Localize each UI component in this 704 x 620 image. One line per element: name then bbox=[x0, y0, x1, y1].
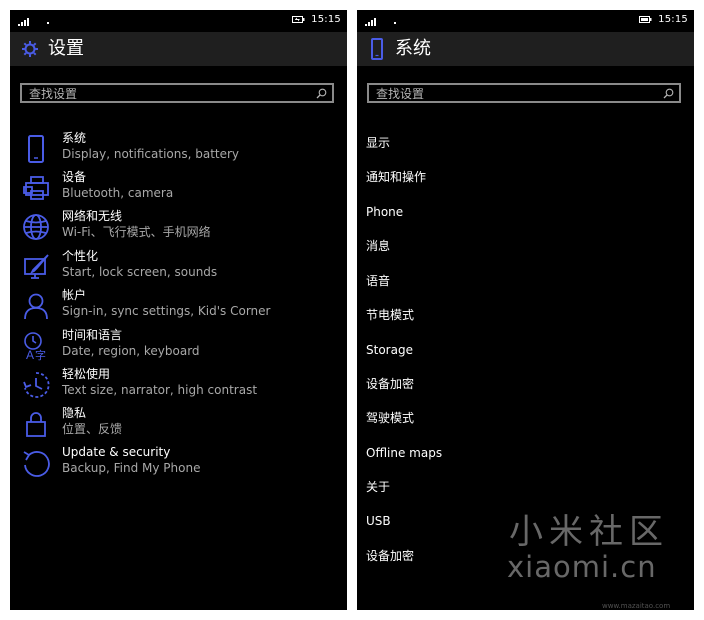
system-item-display[interactable]: 显示 bbox=[366, 135, 390, 151]
item-subtitle: Backup, Find My Phone bbox=[62, 461, 201, 475]
settings-item-devices[interactable]: 设备 Bluetooth, camera bbox=[10, 170, 347, 208]
system-item-notifications[interactable]: 通知和操作 bbox=[366, 169, 426, 185]
notification-dot bbox=[47, 22, 49, 24]
item-title: 时间和语言 bbox=[62, 328, 123, 342]
search-icon[interactable] bbox=[663, 88, 674, 99]
notification-dot bbox=[394, 22, 396, 24]
search-placeholder: 查找设置 bbox=[376, 87, 425, 101]
title-bar: 系统 bbox=[357, 32, 694, 66]
status-bar: 15:15 bbox=[357, 10, 694, 32]
settings-item-ease-of-access[interactable]: 轻松使用 Text size, narrator, high contrast bbox=[10, 367, 347, 405]
settings-item-personalization[interactable]: 个性化 Start, lock screen, sounds bbox=[10, 249, 347, 287]
ease-of-access-icon bbox=[23, 372, 50, 398]
item-title: 帐户 bbox=[62, 288, 87, 302]
phone-icon bbox=[28, 135, 44, 163]
settings-item-update-security[interactable]: Update & security Backup, Find My Phone bbox=[10, 445, 347, 483]
watermark-cn: 小米社区 bbox=[509, 512, 669, 552]
settings-item-time-language[interactable]: A 字 时间和语言 Date, region, keyboard bbox=[10, 328, 347, 366]
item-subtitle: Sign-in, sync settings, Kid's Corner bbox=[62, 304, 271, 318]
item-subtitle: Text size, narrator, high contrast bbox=[62, 383, 258, 397]
status-bar: 15:15 bbox=[10, 10, 347, 32]
clock: 15:15 bbox=[658, 14, 688, 25]
battery-icon bbox=[639, 16, 652, 23]
battery-charging-icon bbox=[292, 16, 305, 23]
person-icon bbox=[24, 293, 48, 320]
search-input[interactable]: 查找设置 bbox=[367, 83, 681, 103]
clock: 15:15 bbox=[311, 14, 341, 25]
watermark-url: www.mazaitao.com bbox=[602, 602, 671, 610]
system-screen: 15:15 系统 查找设置 显示 通知和操作 Phone 消息 语音 节电模式 … bbox=[357, 10, 694, 610]
item-subtitle: Display, notifications, battery bbox=[62, 147, 240, 161]
search-input[interactable]: 查找设置 bbox=[20, 83, 334, 103]
item-title: 设备 bbox=[62, 170, 87, 184]
item-title: 隐私 bbox=[62, 406, 87, 420]
item-title: Update & security bbox=[62, 445, 171, 459]
system-item-encryption-2[interactable]: 设备加密 bbox=[366, 548, 414, 564]
system-item-offline-maps[interactable]: Offline maps bbox=[366, 445, 442, 461]
item-subtitle: Date, region, keyboard bbox=[62, 344, 200, 358]
item-title: 轻松使用 bbox=[62, 367, 111, 381]
item-title: 网络和无线 bbox=[62, 209, 123, 223]
item-title: 系统 bbox=[62, 131, 87, 145]
system-item-battery-saver[interactable]: 节电模式 bbox=[366, 307, 414, 323]
settings-screen: 15:15 设置 查找设置 系统 Display, notifications,… bbox=[10, 10, 347, 610]
item-title: 个性化 bbox=[62, 249, 99, 263]
signal-icon bbox=[18, 18, 29, 26]
item-subtitle: Bluetooth, camera bbox=[62, 186, 174, 200]
settings-item-privacy[interactable]: 隐私 位置、反馈 bbox=[10, 406, 347, 444]
settings-item-accounts[interactable]: 帐户 Sign-in, sync settings, Kid's Corner bbox=[10, 288, 347, 326]
system-item-usb[interactable]: USB bbox=[366, 513, 391, 529]
update-icon bbox=[23, 451, 50, 477]
system-item-speech[interactable]: 语音 bbox=[366, 273, 390, 289]
system-item-storage[interactable]: Storage bbox=[366, 342, 413, 358]
phone-icon bbox=[371, 38, 383, 60]
search-icon[interactable] bbox=[316, 88, 327, 99]
svg-text:A: A bbox=[26, 348, 34, 361]
search-placeholder: 查找设置 bbox=[29, 87, 78, 101]
paintbrush-icon bbox=[24, 254, 49, 279]
item-subtitle: Start, lock screen, sounds bbox=[62, 265, 218, 279]
settings-item-system[interactable]: 系统 Display, notifications, battery bbox=[10, 131, 347, 169]
settings-item-network[interactable]: 网络和无线 Wi-Fi、飞行模式、手机网络 bbox=[10, 209, 347, 247]
system-item-encryption[interactable]: 设备加密 bbox=[366, 376, 414, 392]
system-item-messaging[interactable]: 消息 bbox=[366, 238, 390, 254]
gear-icon bbox=[22, 41, 38, 57]
lock-icon bbox=[26, 412, 46, 437]
system-item-phone[interactable]: Phone bbox=[366, 204, 403, 220]
title-bar: 设置 bbox=[10, 32, 347, 66]
page-title: 系统 bbox=[395, 38, 431, 59]
item-subtitle: Wi-Fi、飞行模式、手机网络 bbox=[62, 225, 211, 239]
time-language-icon: A 字 bbox=[24, 332, 46, 361]
keyboard-printer-icon bbox=[23, 176, 49, 200]
item-subtitle: 位置、反馈 bbox=[62, 422, 123, 436]
system-item-about[interactable]: 关于 bbox=[366, 479, 390, 495]
globe-icon bbox=[23, 214, 49, 240]
page-title: 设置 bbox=[48, 38, 84, 59]
system-item-driving-mode[interactable]: 驾驶模式 bbox=[366, 410, 414, 426]
signal-icon bbox=[365, 18, 376, 26]
watermark-en: xiaomi.cn bbox=[507, 550, 657, 584]
svg-text:字: 字 bbox=[35, 348, 46, 361]
